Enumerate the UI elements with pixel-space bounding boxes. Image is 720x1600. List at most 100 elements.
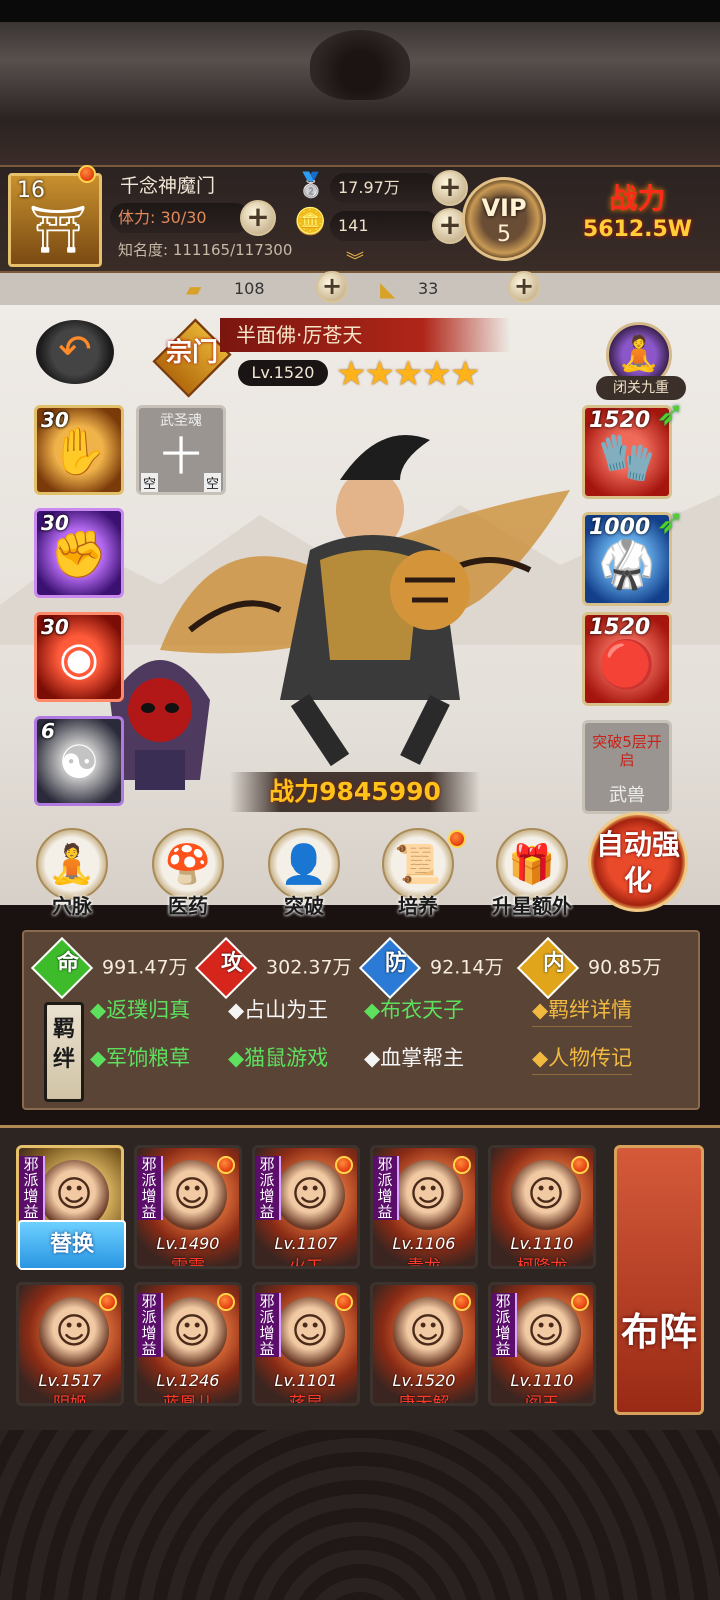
team-member-card[interactable]: ☺ 邪派增益 Lv.1107 火工	[252, 1145, 360, 1269]
member-level: Lv.1110	[510, 1371, 574, 1390]
swap-button[interactable]: 替换	[18, 1220, 126, 1270]
member-name: 蒋昆	[289, 1394, 323, 1406]
member-name: 青龙	[407, 1257, 441, 1269]
skill-slot-palm[interactable]: 30 ✋	[34, 405, 124, 495]
member-portrait: ☺	[157, 1297, 227, 1367]
stat-attack: 攻 302.37万	[194, 936, 352, 1000]
member-portrait: ☺	[275, 1160, 345, 1230]
vip-level: 5	[497, 222, 511, 247]
team-member-card[interactable]: ☺ 邪派增益 Lv.1246 蓝凰儿	[134, 1282, 242, 1406]
member-name: 唐无解	[398, 1394, 450, 1406]
notification-dot	[571, 1156, 589, 1174]
stat-key: 内	[542, 951, 565, 976]
beast-unlock-hint: 突破5层开启	[592, 733, 662, 769]
hero-level: Lv.1520	[238, 360, 328, 386]
notification-dot	[453, 1293, 471, 1311]
team-member-card[interactable]: ☺ 邪派增益 Lv.1101 蒋昆	[252, 1282, 360, 1406]
auto-enhance-button[interactable]: 自动强化	[588, 812, 688, 912]
upgrade-arrow-icon: ➶	[656, 502, 685, 542]
team-member-card[interactable]: ☺ 邪派增益 Lv.1106 青龙	[370, 1145, 478, 1269]
resource-strip: ▰ 108 + ◣ 33 +	[0, 271, 720, 305]
gauntlet-icon: 🧤	[598, 430, 656, 484]
ingot-icon: ▰	[186, 277, 202, 301]
bond-trait-inactive: ◆占山为王	[228, 998, 329, 1022]
skill-slot-red-orb[interactable]: 30 ◉	[34, 612, 124, 702]
star-icon: ★	[364, 354, 395, 394]
red-orb-icon: ◉	[58, 631, 100, 685]
bond-trait-active: ◆军饷粮草	[90, 1046, 191, 1070]
empty-slot-b: 空	[203, 473, 221, 492]
team-member-card[interactable]: ☺ Lv.1517 阴姬	[16, 1282, 124, 1406]
beast-label: 武兽	[609, 785, 645, 806]
stat-value: 302.37万	[266, 956, 352, 979]
member-name: 火工	[289, 1257, 323, 1269]
function-label: 穴脉	[52, 894, 92, 918]
function-cultivate[interactable]: 📜 培养	[376, 828, 460, 919]
member-name: 阴姬	[53, 1394, 87, 1406]
evil-sect-tag: 邪派增益	[255, 1156, 281, 1220]
notification-dot	[448, 830, 466, 848]
stat-key: 防	[384, 951, 407, 976]
function-label: 突破	[284, 894, 324, 918]
stat-internal: 内 90.85万	[516, 936, 661, 1000]
add-ticket-button[interactable]: +	[508, 271, 540, 303]
member-portrait: ☺	[393, 1297, 463, 1367]
roof-banner	[0, 0, 720, 165]
attribute-panel: 命 991.47万 攻 302.37万 防 92.14万 内 90.85万 ◆返…	[22, 930, 700, 1110]
gold-icon: 🪙	[294, 207, 327, 237]
member-level: Lv.1490	[156, 1234, 220, 1253]
bottom-pattern	[0, 1430, 720, 1600]
pagoda-icon: ⛩	[29, 202, 88, 256]
bond-detail-link[interactable]: ◆羁绊详情	[532, 994, 633, 1027]
bond-label: 羁绊	[44, 1002, 84, 1102]
member-name: 阎王	[525, 1394, 559, 1406]
total-power: 战力 5612.5W	[560, 177, 715, 257]
player-avatar[interactable]: 16 ⛩	[8, 173, 102, 267]
silver-amount: 17.97万	[330, 173, 440, 203]
player-header: 16 ⛩ 千念神魔门 体力: 30/30 + 知名度: 111165/11730…	[0, 165, 720, 273]
notification-dot	[335, 1156, 353, 1174]
member-portrait: ☺	[157, 1160, 227, 1230]
equip-slot-beast-locked[interactable]: 突破5层开启 武兽	[582, 720, 672, 814]
back-button[interactable]: ↶	[36, 320, 114, 384]
skill-slot-fist[interactable]: 30 ✊	[34, 508, 124, 598]
bond-trait-active: ◆布衣天子	[364, 998, 465, 1022]
vip-badge[interactable]: VIP 5	[462, 177, 546, 261]
sect-tag: 宗门	[165, 338, 218, 368]
evil-sect-tag: 邪派增益	[19, 1156, 45, 1220]
function-medicine[interactable]: 🍄 医药	[146, 828, 230, 919]
add-ingot-button[interactable]: +	[316, 271, 348, 303]
notification-dot	[78, 165, 96, 183]
hero-name: 半面佛·厉苍天	[220, 318, 510, 352]
add-silver-button[interactable]: +	[432, 170, 468, 206]
member-name: 蓝凰儿	[162, 1394, 214, 1406]
notification-dot	[217, 1293, 235, 1311]
team-member-card[interactable]: ☺ 邪派增益 Lv.1490 雷震	[134, 1145, 242, 1269]
formation-button[interactable]: 布阵	[614, 1145, 704, 1415]
silver-icon: 🥈	[296, 171, 326, 199]
team-member-card[interactable]: ☺ Lv.1520 唐无解	[370, 1282, 478, 1406]
stat-defense: 防 92.14万	[358, 936, 503, 1000]
bond-trait-inactive: ◆血掌帮主	[364, 1046, 465, 1070]
ingot-amount: 108	[234, 279, 265, 298]
biography-link[interactable]: ◆人物传记	[532, 1042, 633, 1075]
stat-key: 攻	[220, 951, 243, 976]
team-member-card[interactable]: ☺ 邪派增益 Lv.1110 阎王	[488, 1282, 596, 1406]
evil-sect-tag: 邪派增益	[137, 1293, 163, 1357]
equip-slot-amulet[interactable]: 1520 🔴	[582, 612, 672, 706]
hero-stars: ★★★★★	[336, 354, 480, 394]
skill-slot-saint-soul[interactable]: 武圣魂 十 空 空	[136, 405, 226, 495]
member-level: Lv.1520	[392, 1371, 456, 1390]
team-member-card[interactable]: ☺ Lv.1110 柯降龙	[488, 1145, 596, 1269]
function-meridian[interactable]: 🧘 穴脉	[30, 828, 114, 919]
palm-icon: ✋	[50, 424, 108, 478]
function-label: 医药	[168, 894, 208, 918]
upgrade-arrow-icon: ➶	[656, 394, 685, 434]
add-stamina-button[interactable]: +	[240, 200, 276, 236]
chevron-down-icon[interactable]: ︾	[346, 247, 364, 273]
evil-sect-tag: 邪派增益	[255, 1293, 281, 1357]
player-level: 16	[17, 178, 45, 203]
skill-slot-yinyang[interactable]: 6 ☯	[34, 716, 124, 806]
function-breakthrough[interactable]: 👤 突破	[262, 828, 346, 919]
function-star-extra[interactable]: 🎁 升星额外	[484, 828, 580, 919]
